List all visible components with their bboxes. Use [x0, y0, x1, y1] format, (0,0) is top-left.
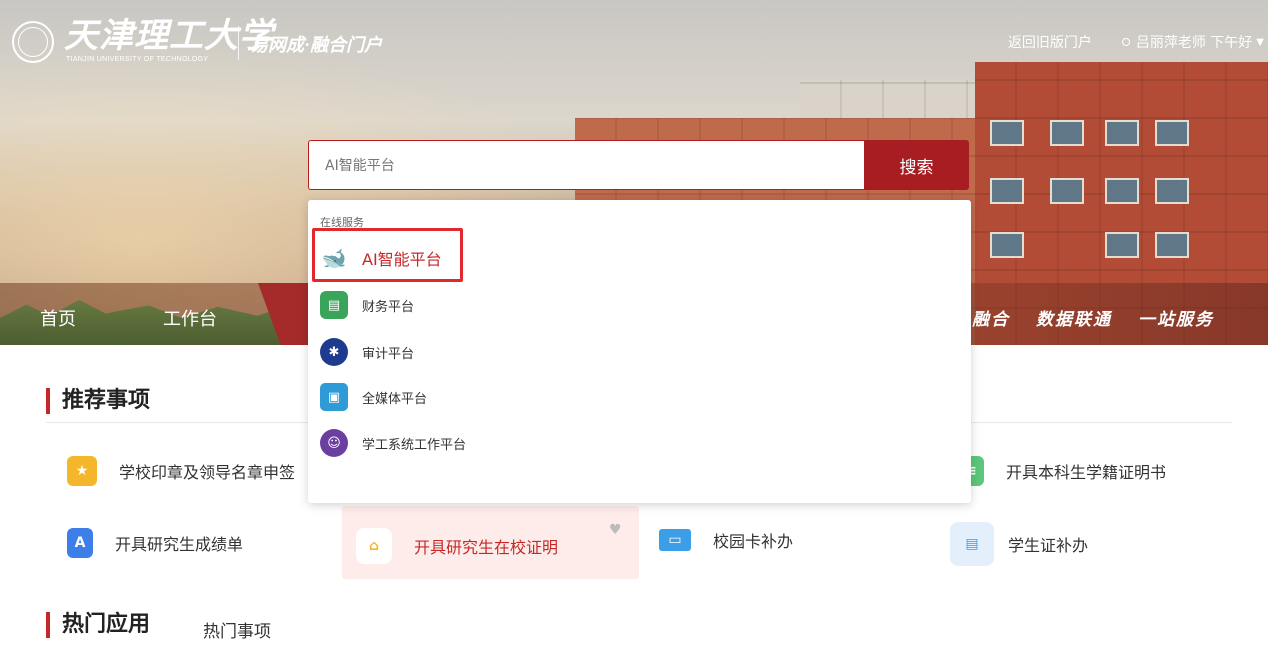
- building-window: [1105, 178, 1139, 204]
- dropdown-item-label: 审计平台: [362, 346, 415, 362]
- whale-icon: 🐋: [321, 246, 347, 270]
- university-emblem-icon[interactable]: [12, 21, 54, 63]
- dropdown-item-finance[interactable]: ▤ 财务平台: [320, 289, 414, 321]
- service-item[interactable]: ★ 学校印章及领导名章申签: [67, 456, 295, 486]
- user-greeting[interactable]: 吕丽萍老师 下午好: [1136, 32, 1252, 52]
- service-label: 学校印章及领导名章申签: [119, 463, 296, 482]
- dropdown-item-label: AI智能平台: [362, 250, 442, 269]
- dropdown-item-student-work[interactable]: ☺ 学工系统工作平台: [320, 427, 466, 459]
- home-icon: ⌂: [356, 528, 392, 564]
- portal-title: 易网成·融合门户: [250, 35, 382, 55]
- building-window: [1155, 232, 1189, 258]
- building-window: [990, 232, 1024, 258]
- slogan-part: 融合: [972, 310, 1010, 330]
- top-right-bar: 返回旧版门户 吕丽萍老师 下午好 ▼: [1008, 32, 1264, 52]
- search-button[interactable]: 搜索: [864, 140, 969, 190]
- card-icon: ▭: [659, 529, 691, 551]
- logo-divider: [238, 26, 239, 60]
- transcript-icon: A: [67, 528, 93, 558]
- user-icon: [1121, 38, 1130, 46]
- dropdown-item-audit[interactable]: ✱ 审计平台: [320, 336, 414, 368]
- student-work-icon: ☺: [320, 429, 348, 457]
- building-window: [1105, 120, 1139, 146]
- building-window: [990, 120, 1024, 146]
- old-portal-link[interactable]: 返回旧版门户: [1008, 32, 1092, 52]
- service-item[interactable]: ▤ 学生证补办: [950, 522, 1088, 566]
- dropdown-item-label: 财务平台: [362, 299, 415, 315]
- tab-hot-items[interactable]: 热门事项: [203, 617, 271, 642]
- media-icon: ▣: [320, 383, 348, 411]
- finance-icon: ▤: [320, 291, 348, 319]
- search-box: [308, 140, 864, 190]
- service-item[interactable]: ≡ 开具本科生学籍证明书: [958, 456, 1166, 486]
- building-window: [1050, 178, 1084, 204]
- service-label: 开具本科生学籍证明书: [1006, 463, 1167, 482]
- university-logo-text[interactable]: 天津理工大学: [64, 16, 274, 56]
- service-label: 开具研究生成绩单: [115, 535, 244, 554]
- building-window: [1155, 120, 1189, 146]
- service-label: 开具研究生在校证明: [414, 538, 559, 557]
- service-item[interactable]: ⌂ 开具研究生在校证明: [356, 528, 558, 564]
- service-label: 校园卡补办: [713, 532, 794, 551]
- building-window: [1105, 232, 1139, 258]
- service-item[interactable]: ▭ 校园卡补办: [659, 528, 793, 552]
- service-item[interactable]: A 开具研究生成绩单: [67, 528, 243, 558]
- audit-icon: ✱: [320, 338, 348, 366]
- favorite-heart-icon[interactable]: ♥: [609, 522, 622, 538]
- dropdown-item-media[interactable]: ▣ 全媒体平台: [320, 381, 427, 413]
- hero-building: [800, 80, 990, 120]
- nav-item-workbench[interactable]: 工作台: [163, 305, 217, 331]
- dropdown-item-label: 学工系统工作平台: [362, 437, 467, 453]
- slogan-part: 一站服务: [1138, 310, 1214, 330]
- university-logo-en: TIANJIN UNIVERSITY OF TECHNOLOGY: [66, 56, 209, 63]
- section-title-recommended: 推荐事项: [46, 388, 150, 414]
- section-title-hot-apps[interactable]: 热门应用: [46, 612, 150, 638]
- slogan-part: 数据联通: [1036, 310, 1112, 330]
- dropdown-item-label: 全媒体平台: [362, 391, 428, 407]
- seal-icon: ★: [67, 456, 97, 486]
- search-input[interactable]: [325, 157, 864, 173]
- service-label: 学生证补办: [1008, 536, 1089, 555]
- clipboard-icon: ▤: [950, 522, 994, 566]
- dropdown-item-ai-platform[interactable]: 🐋 AI智能平台: [320, 242, 442, 274]
- nav-item-home[interactable]: 首页: [40, 305, 76, 331]
- search-suggestions-dropdown: 在线服务 🐋 AI智能平台 ▤ 财务平台 ✱ 审计平台 ▣ 全媒体平台 ☺ 学工…: [308, 200, 971, 503]
- building-window: [1155, 178, 1189, 204]
- building-window: [990, 178, 1024, 204]
- slogan: 融合 数据联通 一站服务: [972, 305, 1214, 330]
- building-window: [1050, 120, 1084, 146]
- chevron-down-icon[interactable]: ▼: [1256, 37, 1264, 48]
